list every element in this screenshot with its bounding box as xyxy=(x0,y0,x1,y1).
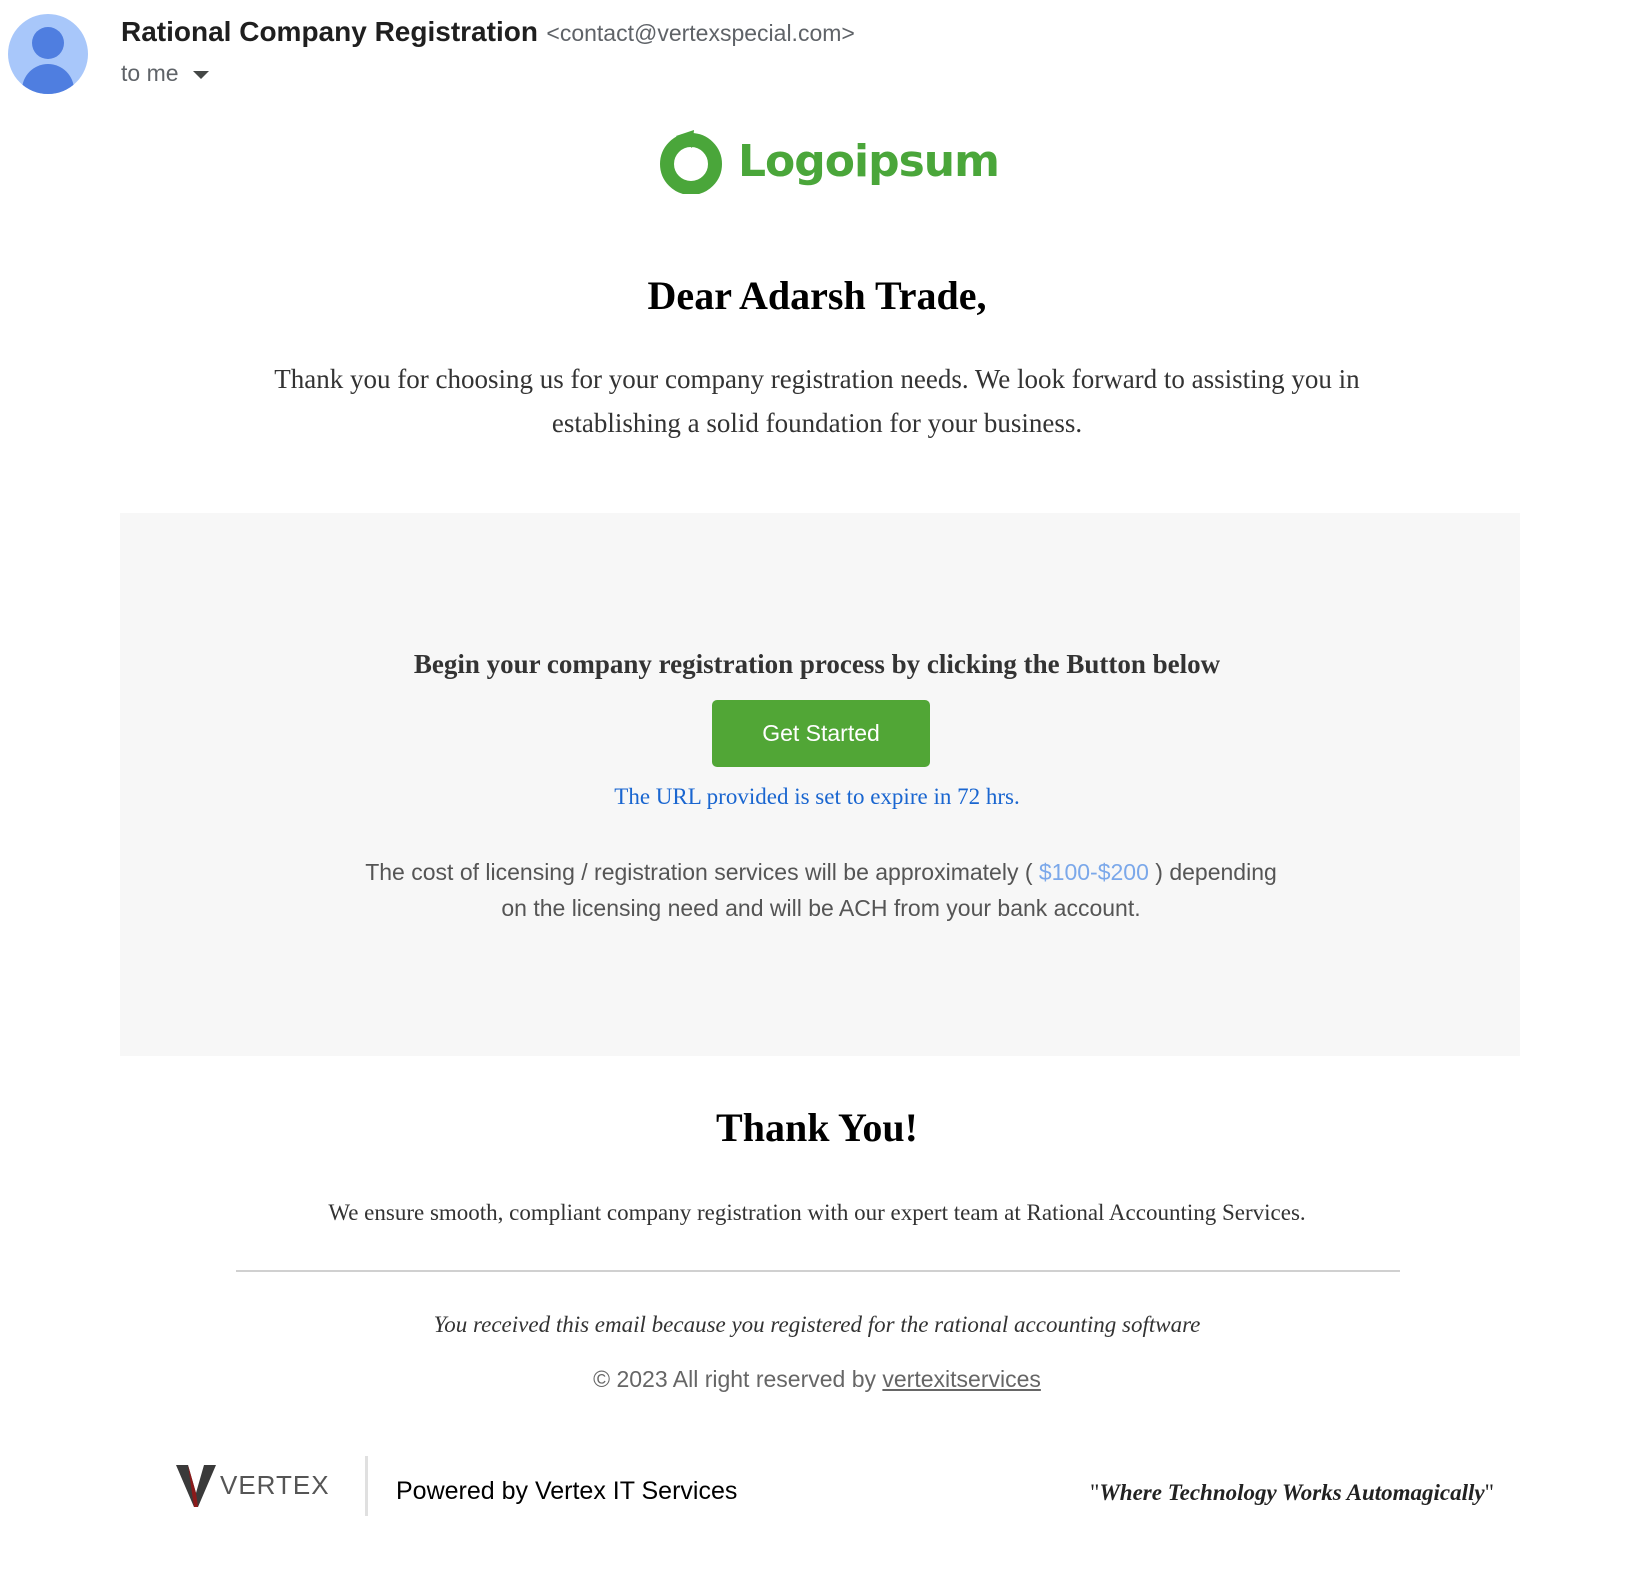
vertex-v-icon xyxy=(176,1465,216,1507)
recipient-details-toggle[interactable]: to me xyxy=(121,60,209,87)
vertexitservices-link[interactable]: vertexitservices xyxy=(882,1366,1040,1392)
vertex-logo: VERTEX xyxy=(176,1463,330,1507)
logoipsum-ring-icon xyxy=(660,130,722,194)
sender-name[interactable]: Rational Company Registration xyxy=(121,16,538,47)
thank-you-heading: Thank You! xyxy=(716,1105,918,1150)
url-expiry-note: The URL provided is set to expire in 72 … xyxy=(614,784,1020,809)
cost-prefix: The cost of licensing / registration ser… xyxy=(365,859,1033,885)
divider xyxy=(236,1270,1400,1272)
cost-note: The cost of licensing / registration ser… xyxy=(360,854,1282,926)
sender-line: Rational Company Registration <contact@v… xyxy=(121,16,855,48)
recipient-label: to me xyxy=(121,60,179,86)
get-started-button[interactable]: Get Started xyxy=(712,700,930,767)
copyright-prefix: © 2023 All right reserved by xyxy=(593,1366,876,1392)
email-reason-text: You received this email because you regi… xyxy=(433,1312,1201,1337)
slogan-body: Where Technology Works Automagically xyxy=(1099,1480,1485,1505)
company-logo: Logoipsum xyxy=(658,128,1000,194)
footer-separator xyxy=(365,1456,368,1516)
logo-text: Logoipsum xyxy=(738,135,1000,187)
powered-by-text: Powered by Vertex IT Services xyxy=(396,1477,738,1505)
slogan-quote-open: " xyxy=(1089,1480,1100,1505)
greeting-heading: Dear Adarsh Trade, xyxy=(647,273,987,318)
sender-email: <contact@vertexspecial.com> xyxy=(546,20,855,46)
slogan-text: "Where Technology Works Automagically" xyxy=(1090,1480,1494,1506)
cost-range: $100-$200 xyxy=(1038,859,1149,885)
copyright-line: © 2023 All right reserved by vertexitser… xyxy=(0,1366,1634,1393)
slogan-quote-close: " xyxy=(1484,1480,1494,1505)
intro-paragraph: Thank you for choosing us for your compa… xyxy=(274,364,1360,438)
sender-avatar-icon[interactable] xyxy=(8,14,88,94)
avatar-body xyxy=(22,64,74,94)
assurance-text: We ensure smooth, compliant company regi… xyxy=(328,1200,1306,1225)
avatar-head xyxy=(32,27,64,59)
card-heading: Begin your company registration process … xyxy=(413,649,1221,679)
vertex-brand-text: VERTEX xyxy=(220,1469,330,1500)
caret-down-icon[interactable] xyxy=(192,70,209,79)
